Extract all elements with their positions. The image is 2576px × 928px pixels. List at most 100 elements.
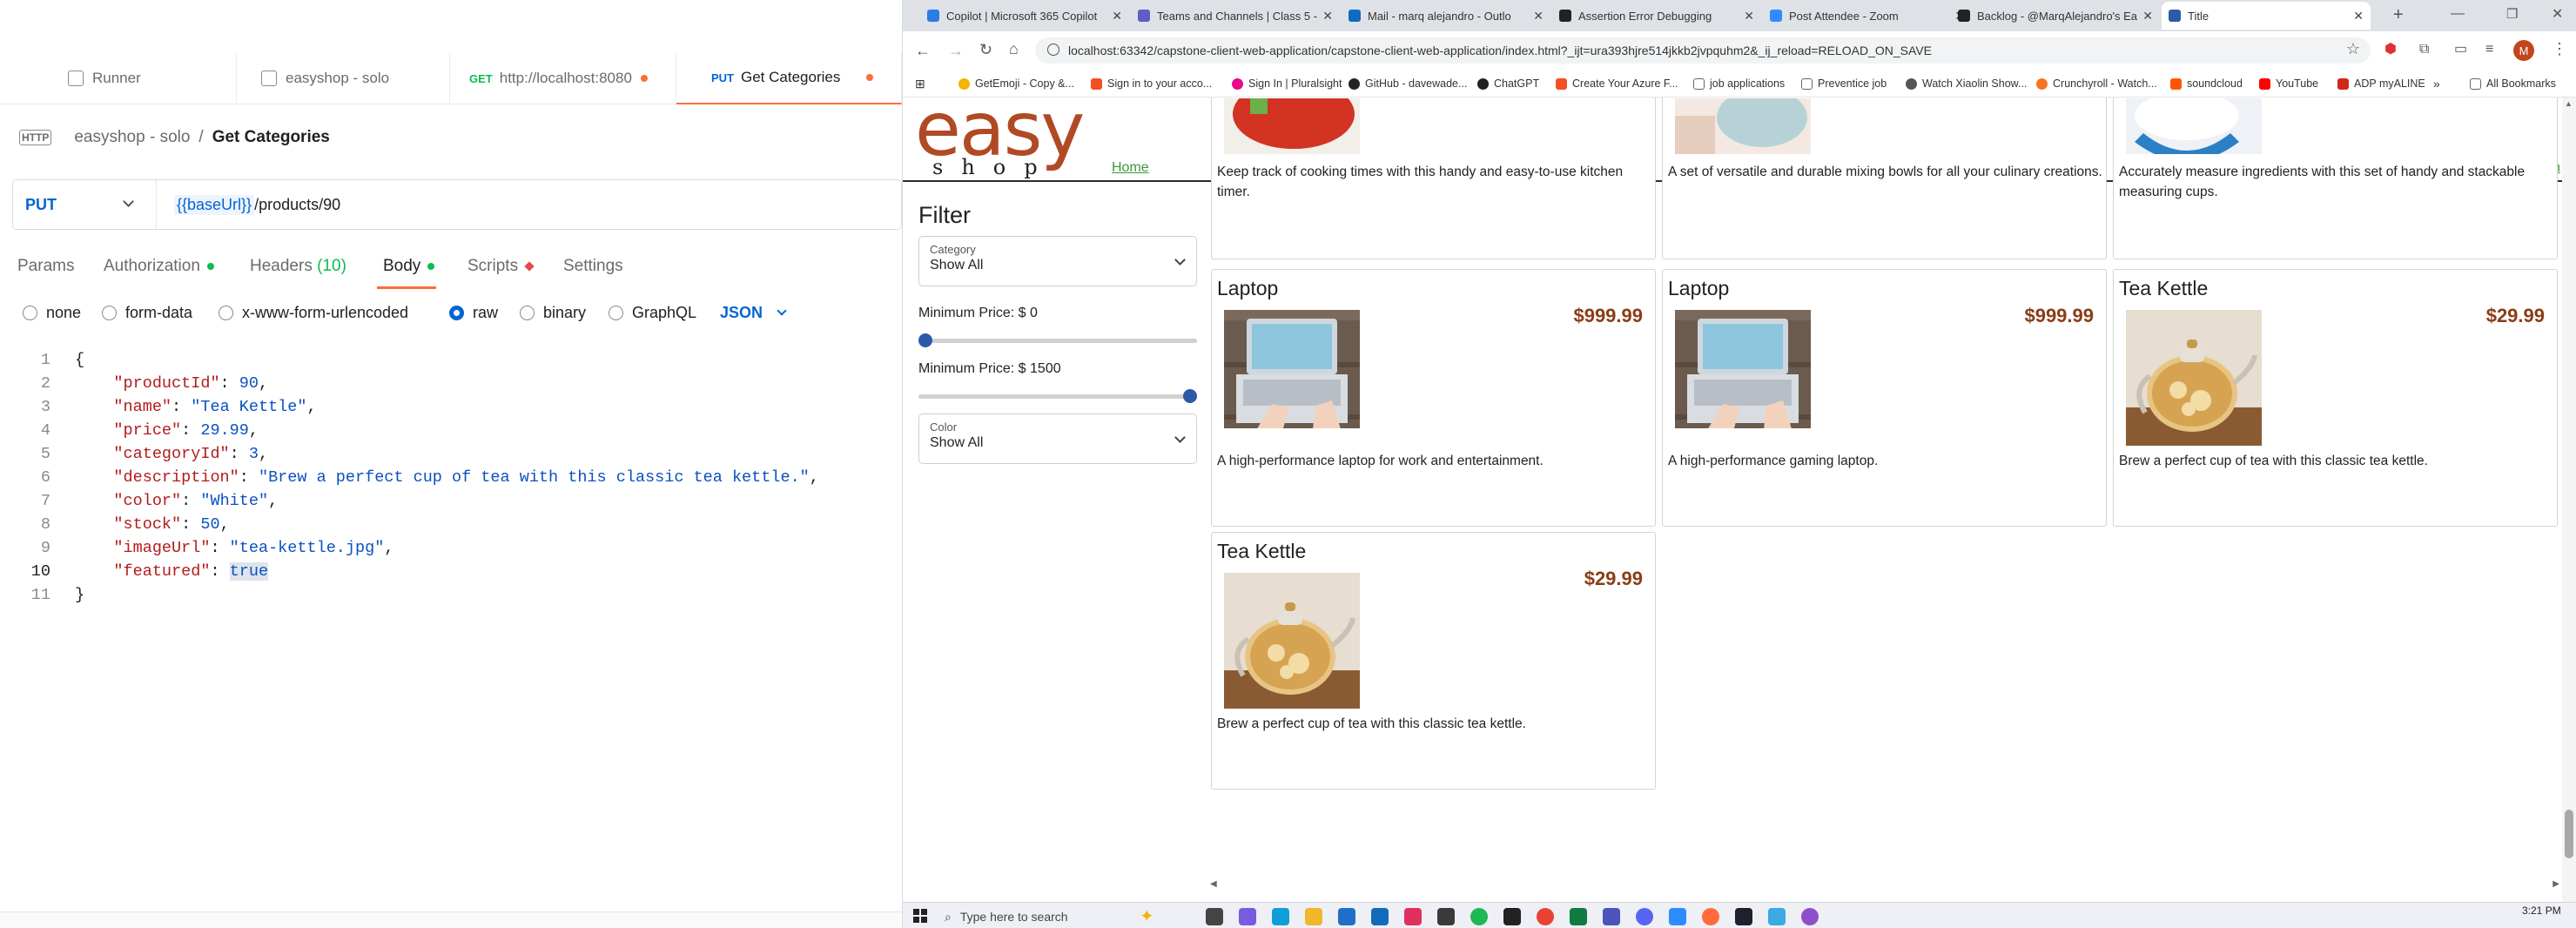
intellij-icon[interactable] [1735,908,1752,925]
close-window-icon[interactable]: ✕ [2552,6,2563,24]
method-select[interactable]: PUT [13,180,157,229]
bookmark-item[interactable]: GetEmoji - Copy &... [958,75,1074,92]
app-icon[interactable] [1801,908,1819,925]
browser-tab[interactable]: Assertion Error Debugging ✕ [1552,2,1761,30]
taskbar-search-box[interactable]: ⌕ Type here to search [939,905,1157,928]
new-tab-icon[interactable]: + [2393,6,2404,24]
reading-list-icon[interactable]: ≡ [2485,41,2493,58]
body-code-editor[interactable]: 1 2 3 4 5 6 7 8 9 10 11 { "productId": 9… [0,346,902,911]
spotify-icon[interactable] [1470,908,1488,925]
tab-settings[interactable]: Settings [563,247,623,286]
close-icon[interactable]: ✕ [1533,9,1544,24]
scroll-right-icon[interactable]: ▶ [2552,879,2559,889]
radio-binary[interactable]: binary [520,294,586,331]
radio-graphql[interactable]: GraphQL [609,294,696,331]
discord-icon[interactable] [1636,908,1653,925]
copilot-taskbar-icon[interactable] [1239,908,1256,925]
browser-tab-active[interactable]: Title ✕ [2162,2,2371,30]
home-link[interactable]: Home [1112,160,1149,176]
bookmark-folder[interactable]: job applications [1693,75,1785,92]
tab-get-localhost[interactable]: GET http://localhost:8080 [450,52,676,104]
slider-thumb[interactable] [1183,389,1197,403]
product-card[interactable]: Tea Kettle $29.99 Brew a perfect cup of … [1211,532,1656,790]
minimize-icon[interactable]: — [2451,5,2465,23]
product-card[interactable]: Laptop $999.99 A high-performance laptop… [1211,269,1656,527]
tab-get-categories[interactable]: PUT Get Categories [676,52,902,104]
browser-tab[interactable]: Mail - marq alejandro - Outlo ✕ [1342,2,1550,30]
browser-tab[interactable]: Teams and Channels | Class 5 - ✕ [1131,2,1340,30]
bookmark-folder[interactable]: Preventice job [1801,75,1887,92]
slider-thumb[interactable] [918,333,932,347]
bookmark-item[interactable]: Sign In | Pluralsight [1232,75,1342,92]
radio-raw[interactable]: raw [449,294,498,331]
bookmark-item[interactable]: Watch Xiaolin Show... [1906,75,2027,92]
zoom-taskbar-icon[interactable] [1669,908,1686,925]
bookmark-item[interactable]: Crunchyroll - Watch... [2036,75,2157,92]
extensions-puzzle-icon[interactable]: ⧉ [2419,41,2429,58]
product-card[interactable]: Keep track of cooking times with this ha… [1211,98,1656,259]
tab-scripts[interactable]: Scripts [467,247,535,286]
close-icon[interactable]: ✕ [1322,9,1333,24]
bookmark-item[interactable]: GitHub - davewade... [1349,75,1467,92]
file-explorer-icon[interactable] [1305,908,1322,925]
extension-icon[interactable]: ⬢ [2384,41,2397,58]
postman-icon[interactable] [1702,908,1719,925]
bookmark-item[interactable]: ChatGPT [1477,75,1539,92]
forward-icon[interactable]: → [948,42,964,59]
horizontal-scrollbar[interactable]: ◀ ▶ [1210,879,2559,893]
bookmark-item[interactable]: Create Your Azure F... [1556,75,1678,92]
radio-form-data[interactable]: form-data [102,294,192,331]
product-card[interactable]: Laptop $999.99 A high-performance gaming… [1662,269,2107,527]
terminal-icon[interactable] [1503,908,1521,925]
bookmark-item[interactable]: YouTube [2259,75,2318,92]
profile-avatar[interactable]: M [2513,40,2534,61]
min-price-slider[interactable] [918,332,1197,349]
scrollbar-thumb[interactable] [2565,810,2573,858]
bookmark-item[interactable]: soundcloud [2170,75,2243,92]
task-view-icon[interactable] [1206,908,1223,925]
bookmark-item[interactable]: Sign in to your acco... [1091,75,1212,92]
color-select[interactable]: Color Show All [918,414,1197,464]
home-icon[interactable]: ⌂ [1009,40,1019,57]
bookmark-star-icon[interactable]: ☆ [2346,40,2360,58]
restore-icon[interactable]: ❐ [2506,6,2518,24]
scroll-up-icon[interactable]: ▲ [2565,99,2573,108]
windows-start-icon[interactable] [913,909,927,923]
browser-tab[interactable]: Backlog - @MarqAlejandro's Ea ✕ [1951,2,2160,30]
product-card[interactable]: Tea Kettle $29.99 Brew a perfect cup of … [2113,269,2558,527]
browser-tab[interactable]: Post Attendee - Zoom✕ [1763,2,1972,30]
edge-icon[interactable] [1272,908,1289,925]
tab-params[interactable]: Params [17,247,74,286]
breadcrumb-request[interactable]: Get Categories [212,128,330,147]
more-bookmarks-icon[interactable]: » [2433,75,2440,92]
radio-none[interactable]: none [23,294,81,331]
product-card[interactable]: Accurately measure ingredients with this… [2113,98,2558,259]
max-price-slider[interactable] [918,387,1197,405]
close-icon[interactable]: ✕ [1744,9,1754,24]
outlook-taskbar-icon[interactable] [1371,908,1389,925]
app-icon[interactable] [1404,908,1422,925]
tab-runner[interactable]: Runner [0,52,237,104]
close-icon[interactable]: ✕ [1112,9,1122,24]
app-icon[interactable] [1437,908,1455,925]
tab-headers[interactable]: Headers (10) [250,247,346,286]
vertical-scrollbar[interactable]: ▲ [2562,98,2576,902]
url-input[interactable]: {{baseUrl}} /products/90 [174,180,340,229]
site-info-icon[interactable] [1047,44,1059,56]
teams-taskbar-icon[interactable] [1603,908,1620,925]
sidebar-icon[interactable]: ▭ [2454,41,2467,58]
scroll-left-icon[interactable]: ◀ [1210,879,1217,889]
apps-grid-icon[interactable]: ⊞ [915,75,925,92]
category-select[interactable]: Category Show All [918,236,1197,286]
tab-body[interactable]: Body [383,247,435,286]
browser-tab[interactable]: Copilot | Microsoft 365 Copilot ✕ [920,2,1129,30]
reload-icon[interactable]: ↻ [979,41,992,58]
close-icon[interactable]: ✕ [2353,9,2364,24]
excel-icon[interactable] [1570,908,1587,925]
tab-easyshop[interactable]: easyshop - solo [237,52,450,104]
store-icon[interactable] [1338,908,1355,925]
back-icon[interactable]: ← [915,42,931,59]
clock[interactable]: 3:21 PM [2522,904,2561,917]
chrome-icon[interactable] [1537,908,1554,925]
close-icon[interactable]: ✕ [2142,9,2153,24]
